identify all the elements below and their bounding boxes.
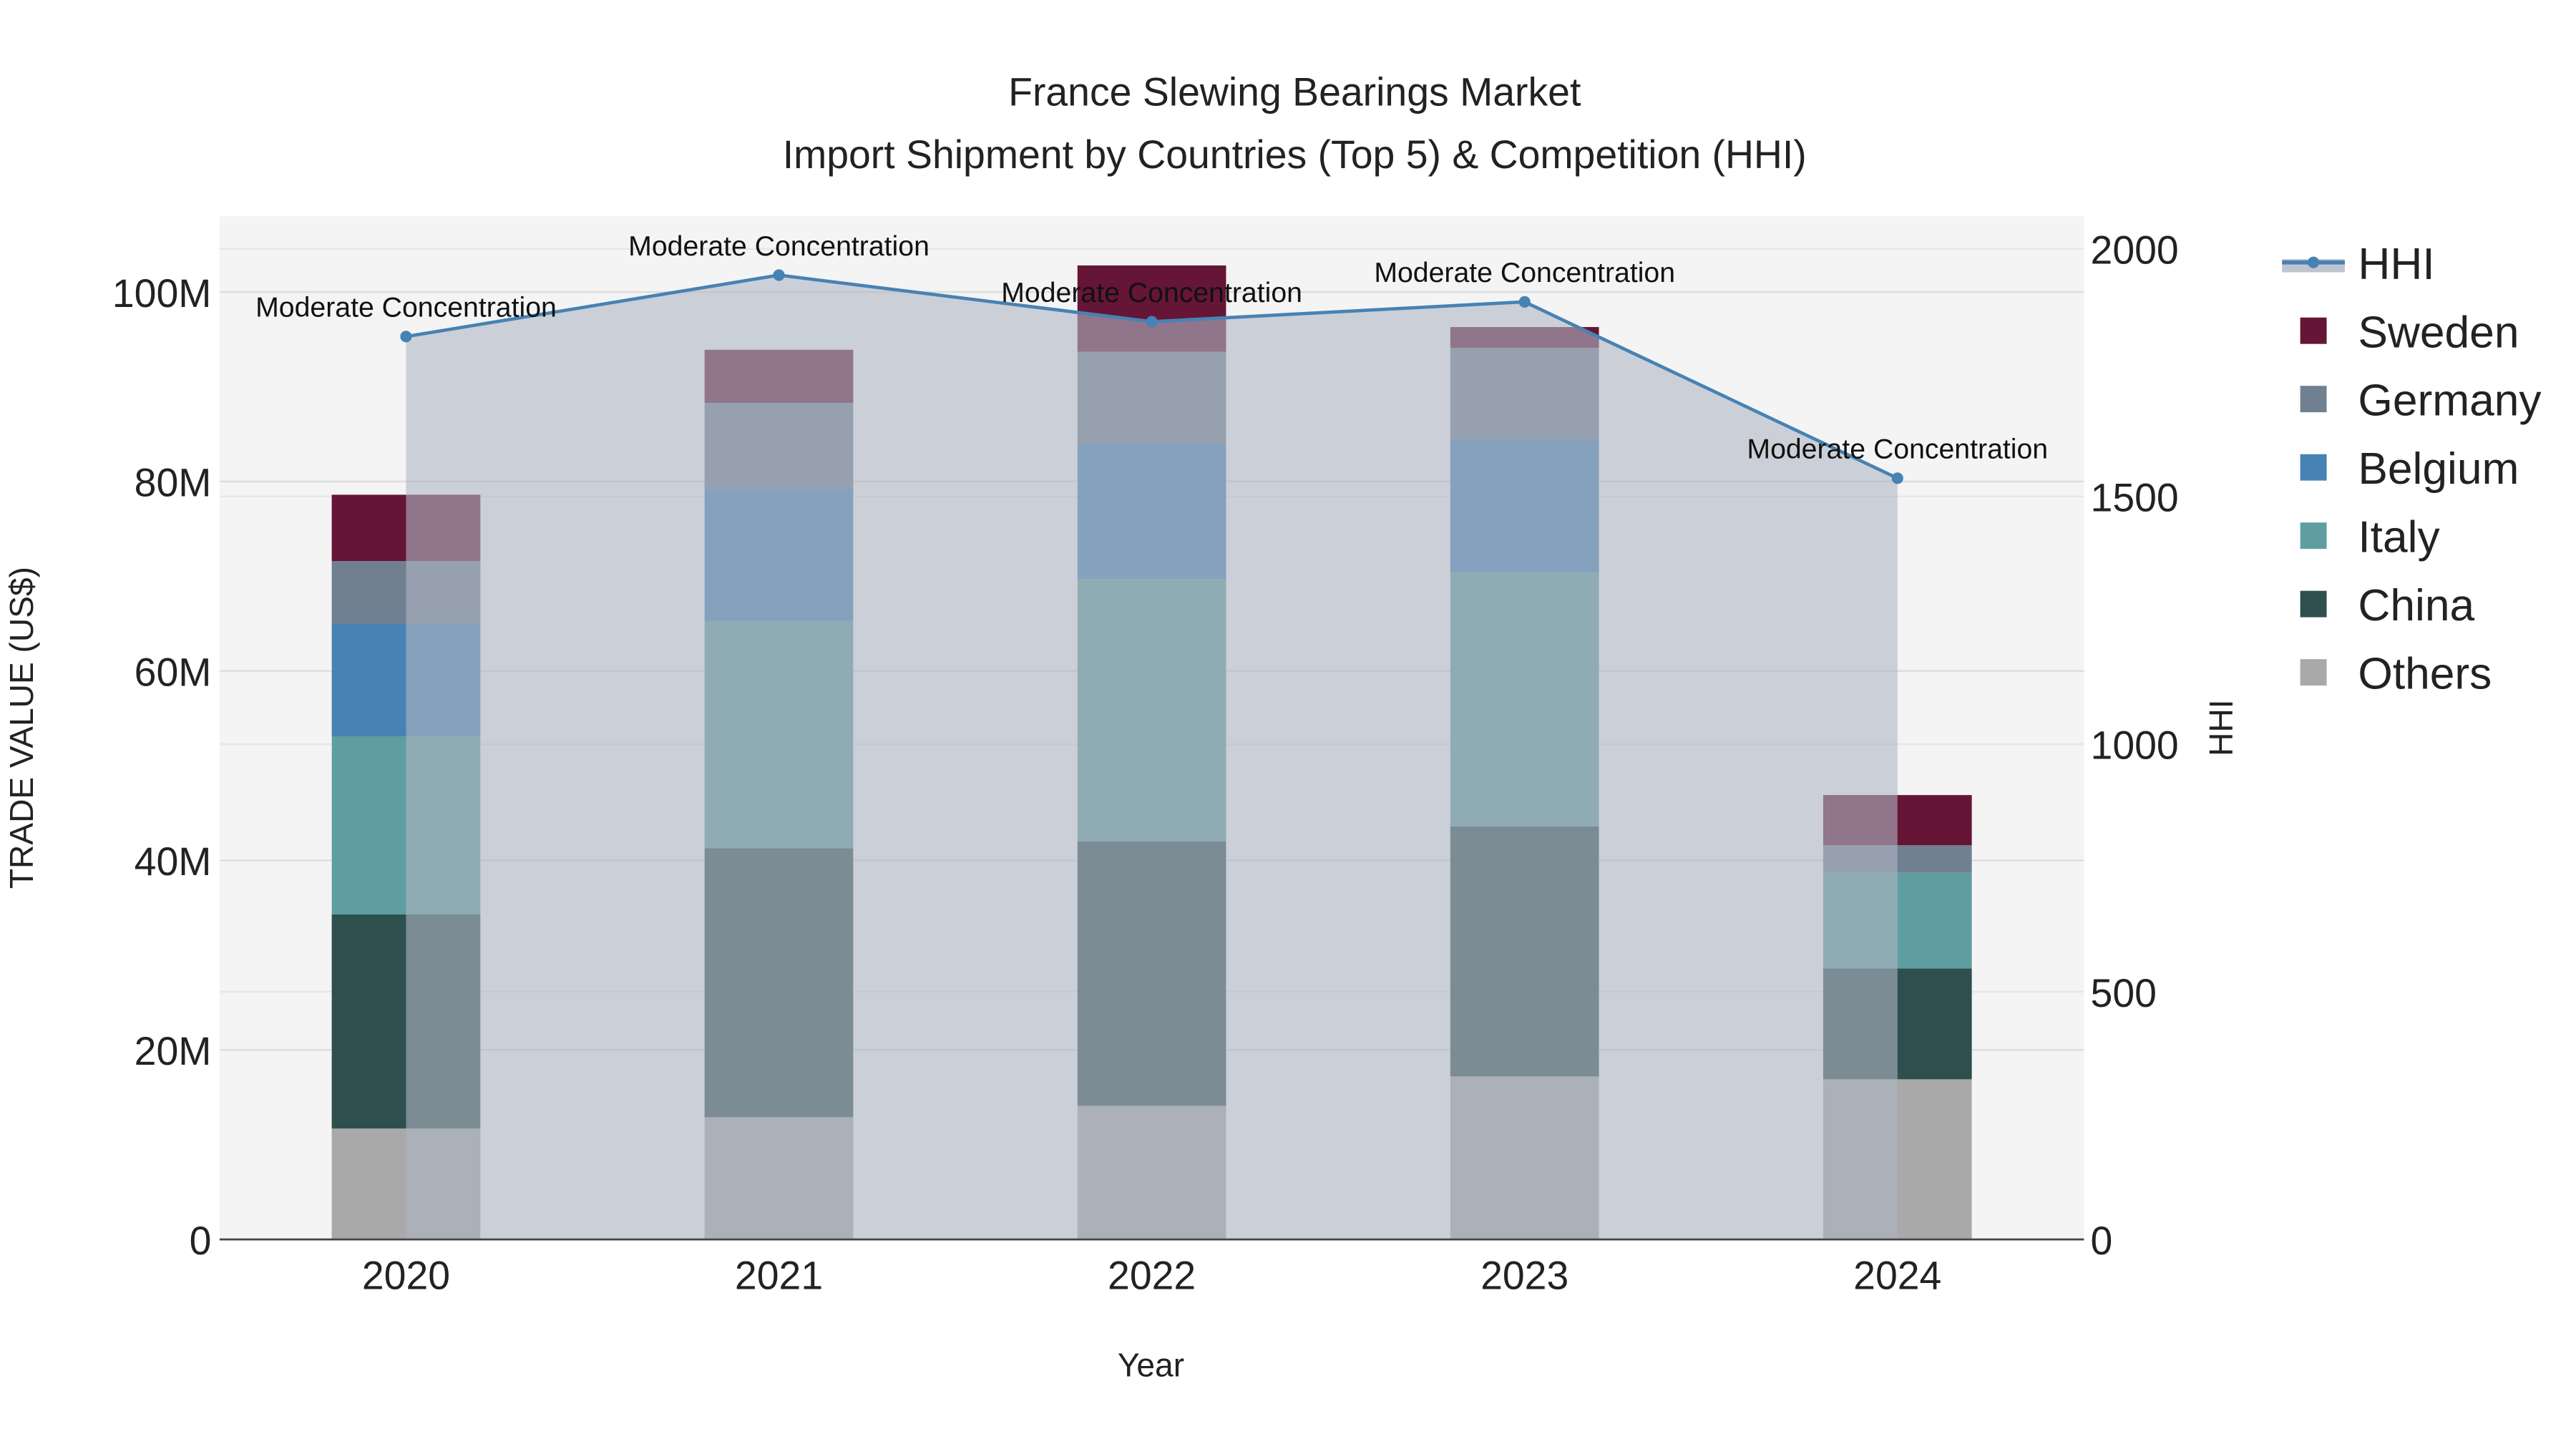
- hhi-point-2020: [400, 331, 412, 343]
- y-tick-label: 80M: [135, 461, 212, 505]
- y-tick-label: 0: [190, 1219, 212, 1263]
- legend-label-italy: Italy: [2358, 513, 2440, 562]
- hhi-point-2021: [773, 269, 785, 281]
- y-tick-label: 40M: [135, 839, 212, 884]
- legend-label-hhi: HHI: [2358, 240, 2434, 289]
- hhi-annotation: Moderate Concentration: [255, 293, 557, 323]
- x-tick-label: 2020: [362, 1253, 450, 1297]
- hhi-annotation: Moderate Concentration: [1001, 278, 1302, 308]
- y2-tick-label: 0: [2091, 1219, 2113, 1263]
- chart-subtitle: Import Shipment by Countries (Top 5) & C…: [783, 132, 1807, 177]
- legend-label-sweden: Sweden: [2358, 308, 2519, 357]
- legend-swatch-china: [2300, 590, 2327, 618]
- legend-label-belgium: Belgium: [2358, 444, 2519, 494]
- y-tick-label: 20M: [135, 1029, 212, 1073]
- legend-label-germany: Germany: [2358, 376, 2542, 426]
- x-tick-label: 2022: [1108, 1253, 1196, 1297]
- hhi-area-fill: [406, 275, 1898, 1240]
- y-tick-label: 100M: [112, 271, 212, 316]
- y2-tick-label: 500: [2091, 971, 2157, 1015]
- y2-tick-label: 1000: [2091, 723, 2179, 768]
- hhi-annotation: Moderate Concentration: [1747, 434, 2048, 465]
- legend-hhi-marker: [2308, 256, 2320, 268]
- legend-swatch-others: [2300, 659, 2327, 686]
- x-tick-label: 2021: [735, 1253, 823, 1297]
- hhi-point-2024: [1891, 472, 1903, 484]
- x-tick-label: 2024: [1853, 1253, 1941, 1297]
- legend-swatch-sweden: [2300, 317, 2327, 344]
- legend-swatch-italy: [2300, 522, 2327, 550]
- hhi-annotation: Moderate Concentration: [1374, 258, 1675, 288]
- chart: Moderate Concentration Moderate Concentra…: [0, 0, 2576, 1449]
- hhi-point-2022: [1146, 316, 1158, 328]
- hhi-annotation: Moderate Concentration: [628, 231, 930, 262]
- y-axis-title: TRADE VALUE (US$): [3, 567, 40, 889]
- x-axis-title: Year: [1118, 1347, 1184, 1384]
- hhi-point-2023: [1518, 296, 1531, 308]
- chart-title: France Slewing Bearings Market: [1008, 70, 1581, 114]
- y2-tick-label: 2000: [2091, 228, 2179, 273]
- legend-swatch-germany: [2300, 386, 2327, 413]
- y2-tick-label: 1500: [2091, 476, 2179, 520]
- legend-swatch-belgium: [2300, 454, 2327, 481]
- y-tick-label: 60M: [135, 650, 212, 694]
- y2-axis-title: HHI: [2202, 699, 2240, 756]
- legend-label-others: Others: [2358, 650, 2492, 699]
- hhi-area: [406, 275, 1898, 1240]
- x-tick-label: 2023: [1480, 1253, 1568, 1297]
- legend-label-china: China: [2358, 581, 2474, 630]
